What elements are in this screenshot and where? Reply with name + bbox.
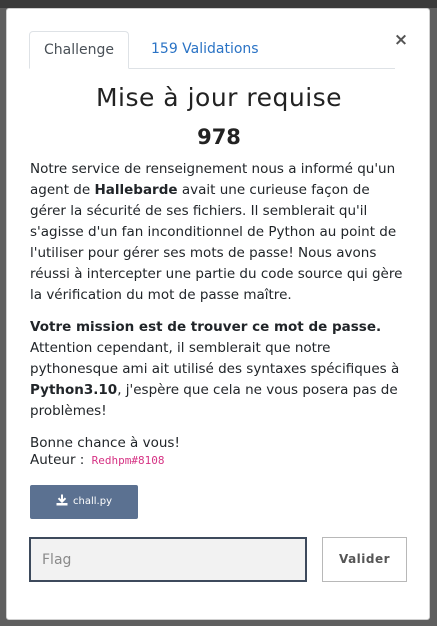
tab-challenge[interactable]: Challenge [29,31,129,69]
author-row: Auteur : Redhpm#8108 [30,452,165,468]
download-icon [56,494,68,505]
description-paragraph-3: Bonne chance à vous! [30,435,180,451]
description-paragraph-1: Notre service de renseignement nous a in… [30,161,403,303]
backdrop [0,0,437,8]
author-label: Auteur : [30,452,85,468]
mission-statement: Votre mission est de trouver ce mot de p… [30,319,382,335]
submit-button[interactable]: Valider [322,537,407,582]
download-file-button[interactable]: chall.py [30,485,138,519]
challenge-description: Notre service de renseignement nous a in… [30,159,406,465]
flag-input[interactable] [29,537,307,582]
download-label: chall.py [73,496,112,507]
challenge-points: 978 [197,125,241,149]
challenge-modal: Challenge 159 Validations × Mise à jour … [6,8,430,620]
author-link[interactable]: Redhpm#8108 [92,454,165,467]
modal-tabs: Challenge 159 Validations [29,31,395,69]
highlight-python-version: Python3.10 [30,382,118,398]
close-icon: × [393,30,409,50]
challenge-title: Mise à jour requise [95,83,343,112]
close-button[interactable]: × [393,31,409,49]
highlight-hallebarde: Hallebarde [94,182,178,198]
description-paragraph-2: Votre mission est de trouver ce mot de p… [30,319,400,419]
tab-validations[interactable]: 159 Validations [137,31,273,67]
